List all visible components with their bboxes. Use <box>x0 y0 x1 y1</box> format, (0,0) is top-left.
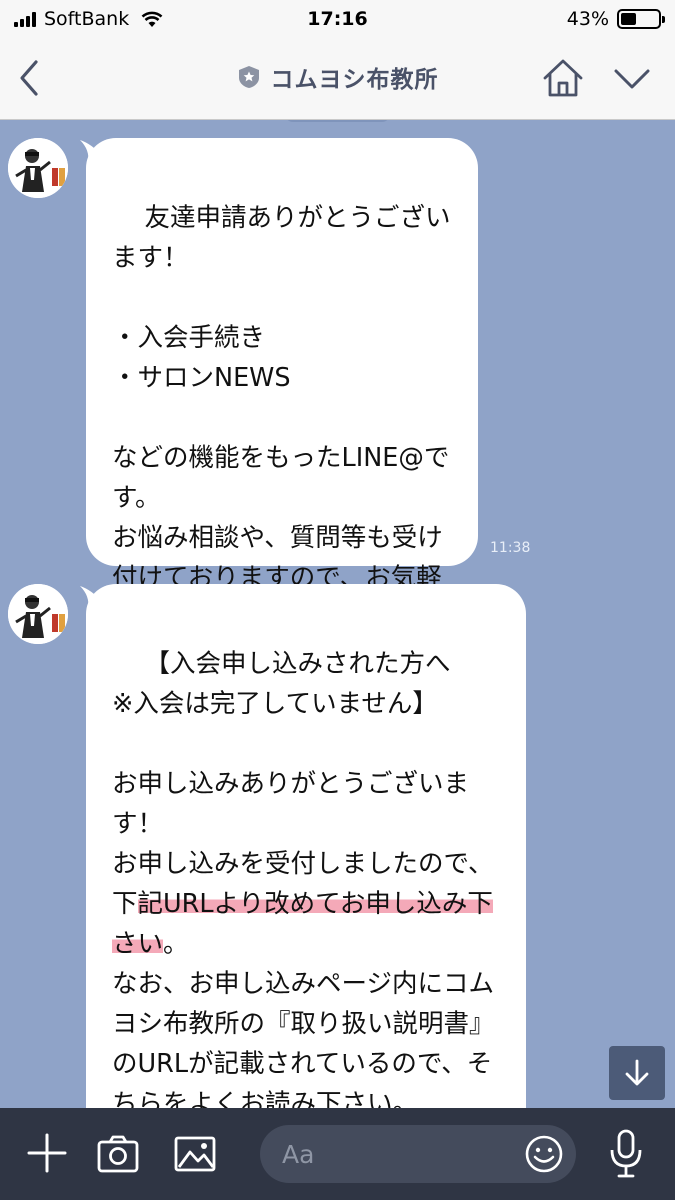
chat-header: コムヨシ布教所 <box>0 38 675 120</box>
camera-icon[interactable] <box>96 1134 140 1174</box>
home-icon[interactable] <box>540 56 586 100</box>
scroll-to-bottom-button[interactable] <box>609 1046 665 1100</box>
smiley-icon[interactable] <box>524 1134 564 1174</box>
date-separator-pill <box>285 120 390 122</box>
battery-percent: 43% <box>566 8 609 30</box>
chevron-down-icon[interactable] <box>612 62 652 96</box>
battery-icon <box>617 9 665 29</box>
battery-fill <box>621 13 636 25</box>
star-badge-icon <box>238 66 259 88</box>
image-icon[interactable] <box>173 1134 217 1174</box>
message-bubble[interactable]: 【入会申し込みされた方へ ※入会は完了していません】 お申し込みありがとうござい… <box>86 584 526 1108</box>
message-input-box[interactable] <box>260 1125 576 1183</box>
message-text-continued: 。 なお、お申し込みページ内にコムヨシ布教所の『取り扱い説明書』のURLが記載さ… <box>112 929 495 1108</box>
message-text: 友達申請ありがとうございます！ ・入会手続き ・サロンNEWS などの機能をもっ… <box>112 203 451 633</box>
avatar-illustration <box>8 584 68 644</box>
avatar-illustration <box>8 138 68 198</box>
plus-icon[interactable] <box>26 1132 68 1174</box>
arrow-down-icon <box>625 1059 649 1086</box>
message-text: 【入会申し込みされた方へ ※入会は完了していません】 お申し込みありがとうござい… <box>112 649 494 919</box>
message-bubble[interactable]: 友達申請ありがとうございます！ ・入会手続き ・サロンNEWS などの機能をもっ… <box>86 138 478 633</box>
message-timestamp: 11:38 <box>490 540 531 556</box>
status-right: 43% <box>566 8 665 30</box>
avatar[interactable] <box>8 584 68 644</box>
chat-title: コムヨシ布教所 <box>270 67 439 93</box>
message-input[interactable] <box>282 1135 512 1173</box>
status-bar: SoftBank 17:16 43% <box>0 0 675 38</box>
microphone-icon[interactable] <box>608 1128 644 1180</box>
chat-area[interactable]: 友達申請ありがとうございます！ ・入会手続き ・サロンNEWS などの機能をもっ… <box>0 120 675 1108</box>
avatar[interactable] <box>8 138 68 198</box>
message-toolbar <box>0 1108 675 1200</box>
